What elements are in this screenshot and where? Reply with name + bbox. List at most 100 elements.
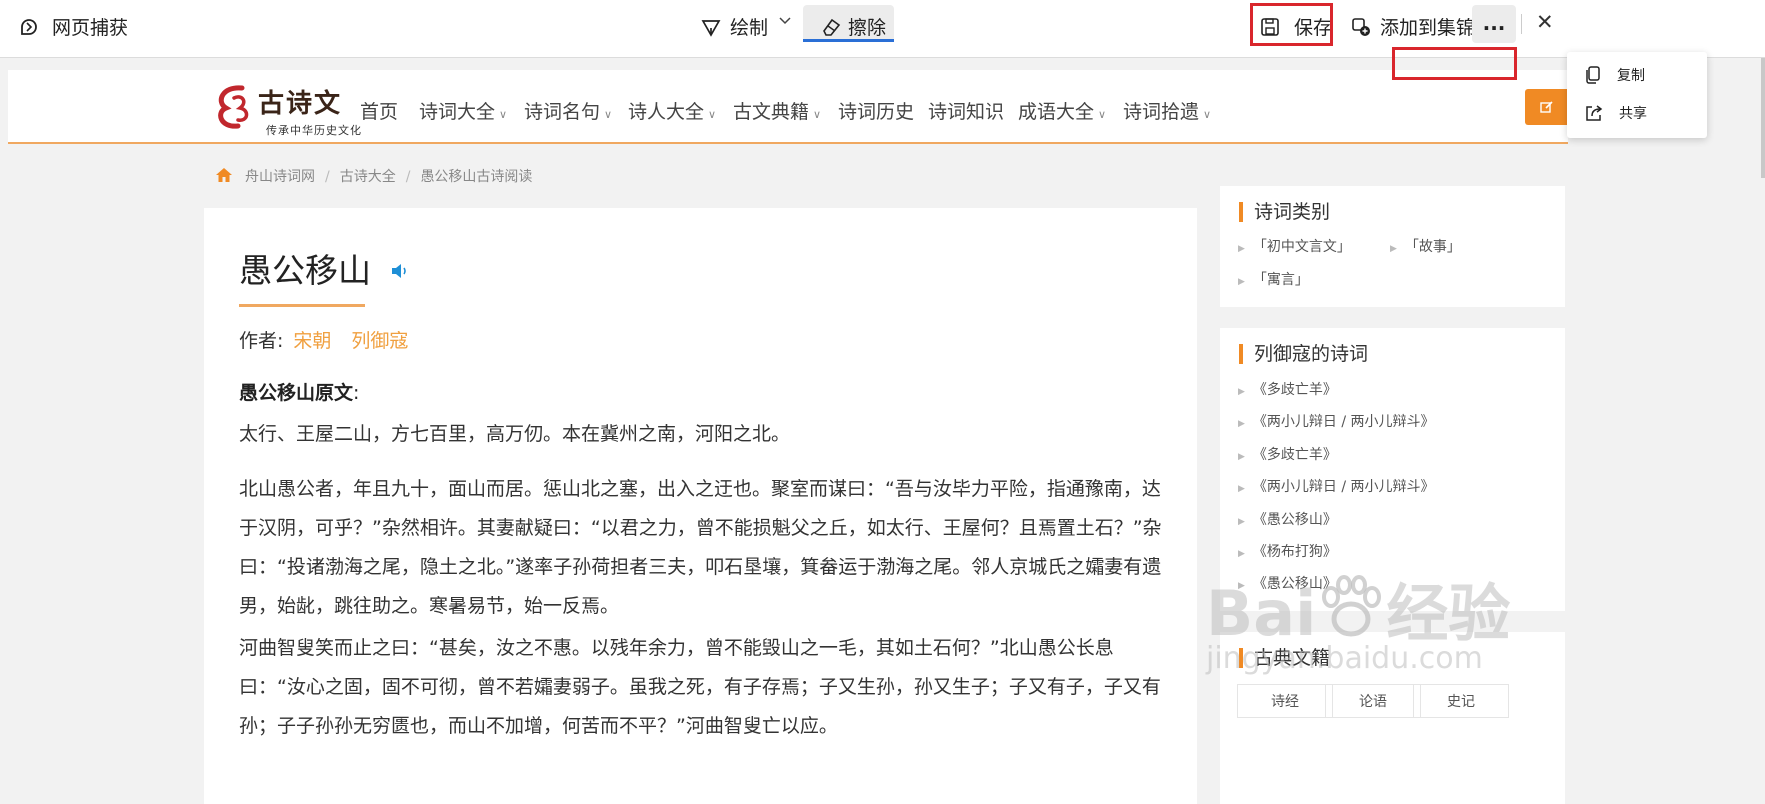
panel-title: 列御寇的诗词 — [1239, 344, 1368, 364]
toolbar-divider — [1521, 14, 1522, 34]
category-label: 「故事」 — [1404, 239, 1461, 255]
add-to-collection-button[interactable]: 添加到集锦 — [1350, 13, 1475, 40]
nav-item-misc[interactable]: 诗词拾遗 ∨ — [1123, 97, 1211, 124]
chevron-down-icon: ∨ — [1098, 108, 1107, 121]
watermark-brand: Bai — [1206, 577, 1317, 650]
logo-icon — [218, 85, 249, 129]
article-paragraph: 河曲智叟笑而止之曰：“甚矣，汝之不惠。以残年余力，曾不能毁山之一毛，其如土石何？… — [239, 637, 1161, 737]
category-panel: 诗词类别 ▶ 「初中文言文」 ▶ 「故事」 ▶ 「寓言」 — [1220, 186, 1565, 307]
scrollbar-thumb[interactable] — [1761, 58, 1765, 178]
breadcrumb-link[interactable]: 古诗大全 — [340, 169, 396, 185]
watermark-tail: 经验 — [1386, 577, 1511, 650]
close-icon: ✕ — [1536, 10, 1554, 34]
erase-active-indicator — [803, 39, 894, 42]
bullet-icon: ▶ — [1238, 452, 1245, 462]
close-button[interactable]: ✕ — [1536, 10, 1554, 34]
menu-item-label: 复制 — [1617, 68, 1645, 84]
bullet-icon: ▶ — [1238, 517, 1245, 527]
more-menu: 复制 共享 — [1567, 52, 1707, 138]
book-button[interactable]: 史记 — [1413, 684, 1509, 718]
nav-item-home[interactable]: 首页 — [360, 97, 398, 124]
captured-webpage: 古诗文 传承中华历史文化 首页 诗词大全 ∨ 诗词名句 ∨ 诗人大全 ∨ 古文典籍 ∨ … — [0, 58, 1765, 804]
nav-item-poets[interactable]: 诗人大全 ∨ — [628, 97, 716, 124]
dynasty-link[interactable]: 宋朝 — [293, 330, 331, 352]
breadcrumb-link[interactable]: 舟山诗词网 — [245, 169, 315, 185]
nav-label: 古文典籍 — [733, 101, 810, 123]
menu-item-share[interactable]: 共享 — [1567, 94, 1707, 132]
draw-label: 绘制 — [730, 17, 769, 39]
poem-link[interactable]: ▶ 《两小儿辩日 / 两小儿辩斗》 — [1238, 411, 1435, 431]
nav-label: 诗词知识 — [928, 101, 1005, 123]
poem-label: 《杨布打狗》 — [1252, 544, 1337, 560]
title-underline — [239, 304, 365, 307]
watermark-url: jingyan.baidu.com — [1206, 641, 1483, 676]
erase-button[interactable]: 擦除 — [803, 5, 894, 42]
web-capture-icon — [21, 18, 37, 35]
category-link[interactable]: ▶ 「初中文言文」 — [1238, 236, 1351, 256]
edit-icon — [1540, 101, 1553, 113]
save-highlight-box — [1250, 3, 1333, 46]
nav-label: 诗词名句 — [524, 101, 601, 123]
author-link[interactable]: 列御寇 — [351, 330, 408, 352]
bullet-icon: ▶ — [1238, 549, 1245, 559]
category-link[interactable]: ▶ 「寓言」 — [1238, 269, 1309, 289]
category-link[interactable]: ▶ 「故事」 — [1390, 236, 1461, 256]
paw-icon — [1322, 575, 1382, 637]
draw-button[interactable]: 绘制 — [700, 13, 768, 40]
nav-label: 成语大全 — [1018, 101, 1095, 123]
breadcrumb-separator: / — [325, 169, 330, 185]
poem-link[interactable]: ▶ 《愚公移山》 — [1238, 509, 1337, 529]
more-icon: ... — [1482, 11, 1506, 35]
poem-link[interactable]: ▶ 《多歧亡羊》 — [1238, 444, 1337, 464]
article-card: 愚公移山 作者: 宋朝 列御寇 愚公移山原文: 太行、王屋二山，方七百里，高万仞。本… — [204, 208, 1197, 804]
draw-options-chevron[interactable] — [778, 13, 792, 27]
nav-item-history[interactable]: 诗词历史 — [838, 97, 914, 124]
breadcrumb-current: 愚公移山古诗阅读 — [420, 169, 533, 185]
bullet-icon: ▶ — [1238, 387, 1245, 397]
menu-item-label: 共享 — [1619, 106, 1647, 122]
nav-label: 诗词大全 — [419, 101, 496, 123]
bullet-icon: ▶ — [1390, 244, 1397, 254]
poem-label: 《多歧亡羊》 — [1252, 447, 1337, 463]
site-header: 古诗文 传承中华历史文化 首页 诗词大全 ∨ 诗词名句 ∨ 诗人大全 ∨ 古文典籍 ∨ … — [8, 70, 1575, 144]
chevron-down-icon: ∨ — [604, 108, 613, 121]
category-label: 「初中文言文」 — [1252, 239, 1351, 255]
poem-link[interactable]: ▶ 《两小儿辩日 / 两小儿辩斗》 — [1238, 476, 1435, 496]
breadcrumb: 舟山诗词网 / 古诗大全 / 愚公移山古诗阅读 — [215, 166, 532, 186]
poem-link[interactable]: ▶ 《多歧亡羊》 — [1238, 379, 1337, 399]
web-capture-label: 网页捕获 — [52, 17, 129, 39]
nav-item-famous-lines[interactable]: 诗词名句 ∨ — [524, 97, 612, 124]
bullet-icon: ▶ — [1238, 419, 1245, 429]
article-title-text: 愚公移山 — [239, 251, 371, 290]
breadcrumb-separator: / — [405, 169, 411, 185]
section-heading: 愚公移山原文: — [239, 378, 359, 405]
speaker-icon[interactable] — [390, 262, 410, 280]
book-button[interactable]: 论语 — [1325, 684, 1421, 718]
nav-item-classics[interactable]: 古文典籍 ∨ — [733, 97, 821, 124]
nav-label: 首页 — [360, 101, 399, 123]
bullet-icon: ▶ — [1238, 484, 1245, 494]
bullet-icon: ▶ — [1238, 277, 1245, 287]
nav-item-idioms[interactable]: 成语大全 ∨ — [1018, 97, 1106, 124]
chevron-down-icon: ∨ — [499, 108, 508, 121]
chevron-down-icon — [779, 17, 791, 25]
more-button[interactable]: ... — [1472, 5, 1516, 43]
eraser-icon — [823, 18, 841, 36]
add-to-collection-label: 添加到集锦 — [1380, 17, 1476, 39]
nav-label: 诗人大全 — [628, 101, 705, 123]
article-title: 愚公移山 — [239, 244, 410, 292]
bullet-icon: ▶ — [1238, 244, 1245, 254]
author-line: 作者: 宋朝 列御寇 — [239, 326, 408, 353]
poem-label: 《愚公移山》 — [1252, 512, 1337, 528]
menu-item-copy[interactable]: 复制 — [1567, 56, 1707, 94]
nav-label: 诗词历史 — [838, 101, 915, 123]
home-icon[interactable] — [215, 167, 233, 183]
logo-title[interactable]: 古诗文 — [258, 83, 342, 120]
erase-label: 擦除 — [848, 17, 887, 39]
share-icon — [1586, 105, 1603, 121]
nav-item-poetry-collection[interactable]: 诗词大全 ∨ — [419, 97, 507, 124]
book-button[interactable]: 诗经 — [1237, 684, 1333, 718]
chevron-down-icon: ∨ — [1203, 108, 1212, 121]
nav-item-knowledge[interactable]: 诗词知识 — [928, 97, 1004, 124]
poem-link[interactable]: ▶ 《杨布打狗》 — [1238, 541, 1337, 561]
